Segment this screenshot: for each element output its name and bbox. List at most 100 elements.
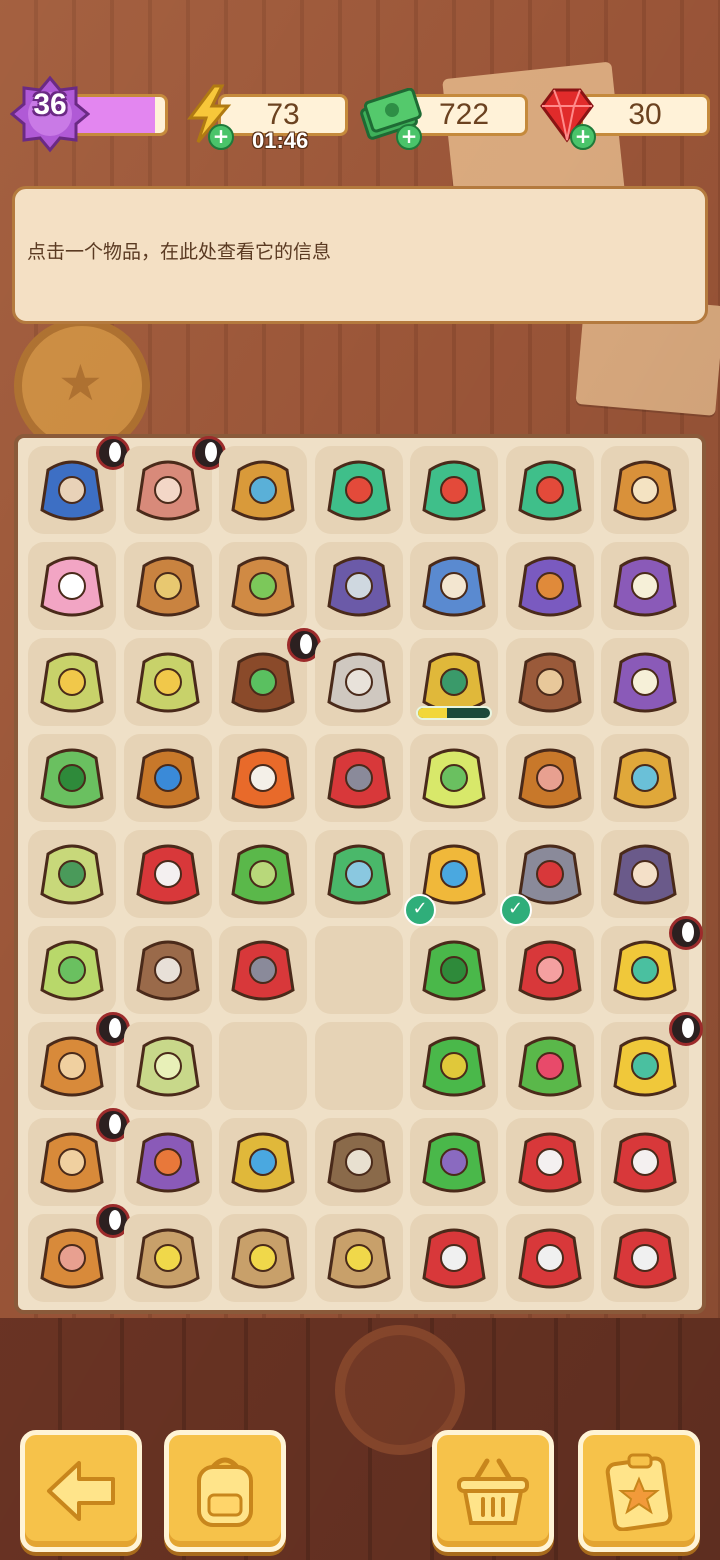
board-cell[interactable] xyxy=(505,638,594,726)
board-cell[interactable] xyxy=(28,734,116,822)
board-cell[interactable] xyxy=(601,1118,689,1206)
add-energy-button[interactable]: + xyxy=(208,124,234,150)
board-cell[interactable] xyxy=(219,1214,307,1302)
board-cell[interactable] xyxy=(123,1118,212,1206)
board-cell[interactable] xyxy=(601,916,703,1014)
orders-clipboard-button[interactable] xyxy=(578,1430,700,1552)
shop-basket-button[interactable] xyxy=(432,1430,554,1552)
road-barrier-icon[interactable] xyxy=(223,738,303,818)
board-cell[interactable] xyxy=(601,638,689,726)
butterfly-icon[interactable] xyxy=(128,1122,208,1202)
portrait-mirror-icon[interactable] xyxy=(605,450,685,530)
plant-pot-icon[interactable] xyxy=(223,546,303,626)
board-cell[interactable] xyxy=(28,542,116,630)
add-cash-button[interactable]: + xyxy=(396,124,422,150)
flower-pot-icon[interactable] xyxy=(128,546,208,626)
board-cell[interactable] xyxy=(601,734,689,822)
board-cell[interactable] xyxy=(219,446,307,534)
medkit-icon[interactable] xyxy=(510,450,590,530)
inventory-button[interactable] xyxy=(164,1430,286,1552)
evidence-bag-icon[interactable] xyxy=(128,930,208,1010)
board-cell[interactable] xyxy=(28,1012,130,1110)
board-cell[interactable] xyxy=(410,638,498,726)
board-cell[interactable] xyxy=(123,542,212,630)
spyglass-icon[interactable] xyxy=(128,738,208,818)
board-cell[interactable] xyxy=(505,542,594,630)
board-cell[interactable] xyxy=(410,1214,498,1302)
medkit-icon[interactable] xyxy=(319,450,399,530)
board-cell[interactable] xyxy=(314,446,403,534)
character-chef-icon[interactable] xyxy=(605,834,685,914)
jeep-icon[interactable] xyxy=(319,546,399,626)
board-cell[interactable] xyxy=(601,1214,689,1302)
board-cell[interactable] xyxy=(505,1118,594,1206)
sack-of-coins-icon[interactable] xyxy=(32,642,112,722)
gloves-icon[interactable] xyxy=(128,834,208,914)
pliers-icon[interactable] xyxy=(319,738,399,818)
board-cell[interactable] xyxy=(314,638,403,726)
framed-photo-icon[interactable] xyxy=(510,738,590,818)
toolbox-red-icon[interactable] xyxy=(510,1122,590,1202)
board-cell[interactable] xyxy=(28,926,116,1014)
board-cell[interactable] xyxy=(123,926,212,1014)
board-cell[interactable] xyxy=(123,1022,212,1110)
vase-ornate-icon[interactable] xyxy=(223,450,303,530)
cosmetic-jar-icon[interactable] xyxy=(32,546,112,626)
crime-scene-icon[interactable] xyxy=(223,1218,303,1298)
board-cell[interactable] xyxy=(219,1118,307,1206)
board-cell[interactable] xyxy=(410,734,498,822)
board-cell[interactable] xyxy=(314,734,403,822)
board-cell[interactable] xyxy=(314,1214,403,1302)
board-cell[interactable] xyxy=(28,1108,130,1206)
board-cell[interactable] xyxy=(123,1214,212,1302)
board-cell[interactable] xyxy=(601,830,689,918)
board-cell[interactable] xyxy=(505,1214,594,1302)
board-cell[interactable] xyxy=(28,1204,130,1302)
board-cell[interactable] xyxy=(505,1022,594,1110)
vacuum-cleaner-icon[interactable] xyxy=(32,738,112,818)
board-cell[interactable] xyxy=(28,830,116,918)
gem-counter[interactable]: 30 xyxy=(580,94,710,136)
empty-board-cell[interactable] xyxy=(314,1022,403,1110)
street-lamp-icon[interactable] xyxy=(605,642,685,722)
board-cell[interactable] xyxy=(219,734,307,822)
hammer-icon[interactable] xyxy=(223,930,303,1010)
board-cell[interactable] xyxy=(219,926,307,1014)
back-button[interactable] xyxy=(20,1430,142,1552)
vanity-mirror-icon[interactable] xyxy=(605,738,685,818)
photo-evidence-icon[interactable] xyxy=(319,1122,399,1202)
board-cell[interactable] xyxy=(123,436,226,534)
supply-crate-icon[interactable] xyxy=(605,1218,685,1298)
green-glove-icon[interactable] xyxy=(414,1026,494,1106)
blue-brush-icon[interactable] xyxy=(319,834,399,914)
board-cell[interactable] xyxy=(410,926,498,1014)
goggles-icon[interactable] xyxy=(223,1122,303,1202)
sack-of-coins-icon[interactable] xyxy=(128,642,208,722)
crime-scene-icon[interactable] xyxy=(128,1218,208,1298)
red-box-icon[interactable] xyxy=(510,930,590,1010)
board-cell[interactable] xyxy=(601,542,689,630)
board-cell[interactable] xyxy=(28,638,116,726)
street-lamp-icon[interactable] xyxy=(605,546,685,626)
board-cell[interactable] xyxy=(410,1022,498,1110)
board-cell[interactable] xyxy=(505,926,594,1014)
board-cell[interactable] xyxy=(410,446,498,534)
board-cell[interactable] xyxy=(505,446,594,534)
board-cell[interactable] xyxy=(314,1118,403,1206)
atv-icon[interactable] xyxy=(510,546,590,626)
board-cell[interactable]: ✓ xyxy=(499,830,594,926)
supply-crate-icon[interactable] xyxy=(510,1218,590,1298)
bread-icon[interactable] xyxy=(128,1026,208,1106)
skull-icon[interactable] xyxy=(319,642,399,722)
toilet-plunger-icon[interactable] xyxy=(414,1122,494,1202)
empty-board-cell[interactable] xyxy=(219,1022,307,1110)
board-cell[interactable] xyxy=(410,1118,498,1206)
soap-bottle-icon[interactable] xyxy=(414,738,494,818)
board-cell[interactable] xyxy=(123,734,212,822)
board-cell[interactable] xyxy=(219,628,321,726)
board-cell[interactable] xyxy=(601,1012,703,1110)
board-cell[interactable] xyxy=(28,436,130,534)
add-gems-button[interactable]: + xyxy=(570,124,596,150)
green-rug-icon[interactable] xyxy=(223,834,303,914)
broom-icon[interactable] xyxy=(32,834,112,914)
